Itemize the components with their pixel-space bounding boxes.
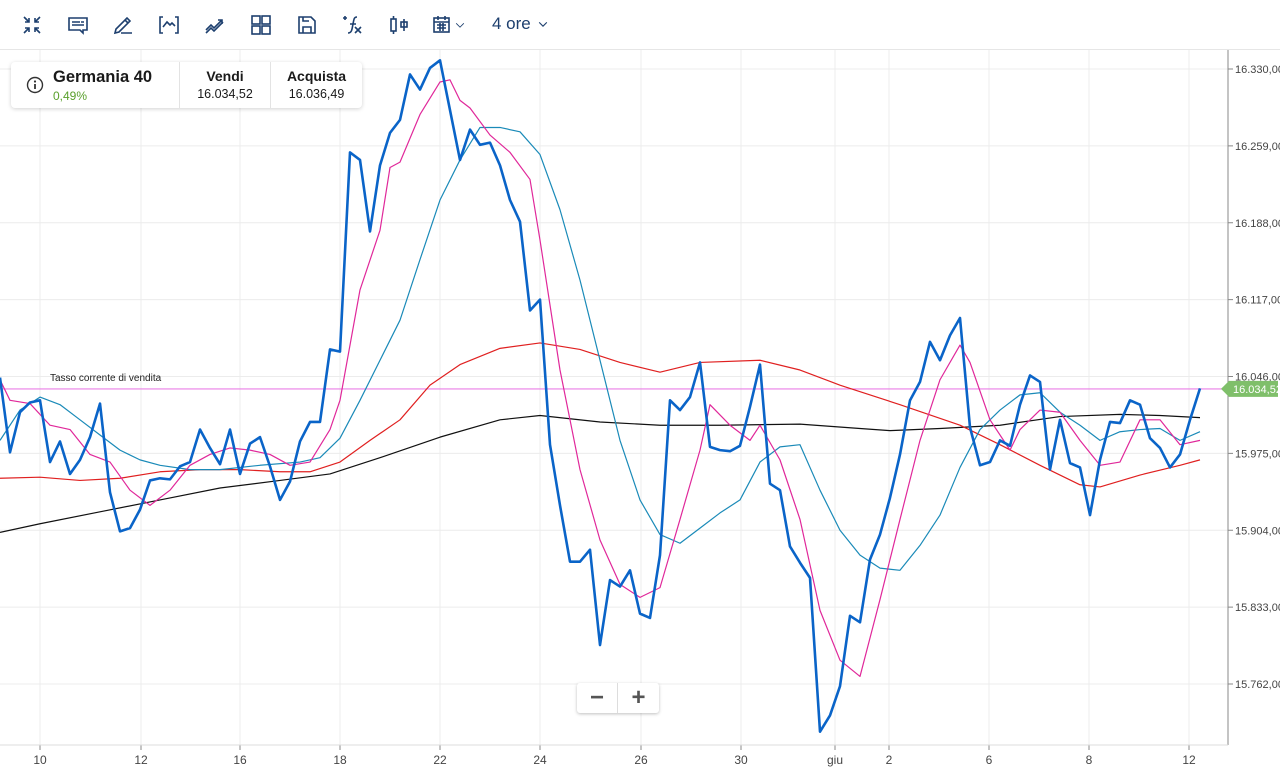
x-tick-label: 6	[986, 753, 993, 767]
pencil-icon[interactable]	[110, 12, 136, 38]
save-icon[interactable]	[294, 12, 320, 38]
x-tick-label: 10	[33, 753, 47, 767]
x-tick-label: giu	[827, 753, 843, 767]
price-chart[interactable]: 16.330,00 16.259,00 16.188,00 16.117,00 16.0…	[0, 50, 1280, 775]
x-tick-label: 30	[734, 753, 748, 767]
sell-value: 16.034,52	[197, 87, 253, 101]
trend-icon[interactable]	[202, 12, 228, 38]
x-tick-label: 16	[233, 753, 247, 767]
y-tick-label: 16.330,00	[1235, 64, 1280, 76]
x-tick-label: 26	[634, 753, 648, 767]
series-ma-medium	[0, 126, 1201, 571]
buy-label: Acquista	[286, 68, 347, 84]
x-tick-label: 18	[333, 753, 347, 767]
period-select[interactable]: 4 ore	[492, 14, 549, 34]
sell-label: Vendi	[206, 68, 244, 84]
x-tick-label: 12	[1182, 753, 1196, 767]
chevron-down-icon	[538, 21, 547, 27]
y-tick-label: 16.117,00	[1235, 295, 1280, 307]
function-icon[interactable]	[340, 12, 366, 38]
sell-button[interactable]: Vendi 16.034,52	[180, 62, 271, 108]
y-tick-label: 16.259,00	[1235, 141, 1280, 153]
candlestick-icon[interactable]	[385, 12, 411, 38]
current-price-caption: Tasso corrente di vendita	[50, 373, 162, 384]
chevron-down-icon	[455, 23, 465, 28]
x-tick-label: 2	[886, 753, 893, 767]
zoom-out-button[interactable]: −	[577, 683, 618, 713]
y-tick-label: 16.188,00	[1235, 218, 1280, 230]
instrument-name: Germania 40	[53, 67, 153, 86]
comment-icon[interactable]	[65, 12, 91, 38]
zoom-controls: − +	[577, 683, 659, 713]
period-label: 4 ore	[492, 14, 531, 33]
calendar-dropdown[interactable]	[430, 12, 468, 38]
series-price	[0, 59, 1202, 733]
x-tick-label: 8	[1086, 753, 1093, 767]
y-tick-label: 15.833,00	[1235, 602, 1280, 614]
instrument-info-panel: Germania 40 0,49% Vendi 16.034,52 Acquist…	[11, 62, 362, 108]
buy-button[interactable]: Acquista 16.036,49	[271, 62, 362, 108]
instrument-change: 0,49%	[53, 88, 88, 103]
current-price-badge-label: 16.034,52	[1233, 384, 1280, 396]
y-tick-label: 15.904,00	[1235, 525, 1280, 537]
toolbar: 4 ore	[0, 0, 1280, 50]
indicator-icon[interactable]	[156, 12, 182, 38]
series-ma-fast	[0, 79, 1201, 678]
calendar-icon	[433, 16, 450, 33]
layout-grid-icon[interactable]	[248, 12, 274, 38]
y-tick-label: 15.762,00	[1235, 679, 1280, 691]
collapse-icon[interactable]	[19, 12, 45, 38]
y-tick-label: 15.975,00	[1235, 448, 1280, 460]
series-ma-long	[0, 413, 1201, 534]
zoom-in-button[interactable]: +	[618, 683, 659, 713]
info-icon[interactable]	[26, 76, 44, 94]
x-tick-label: 24	[533, 753, 547, 767]
x-tick-label: 22	[433, 753, 447, 767]
buy-value: 16.036,49	[288, 87, 345, 101]
x-tick-label: 12	[134, 753, 148, 767]
